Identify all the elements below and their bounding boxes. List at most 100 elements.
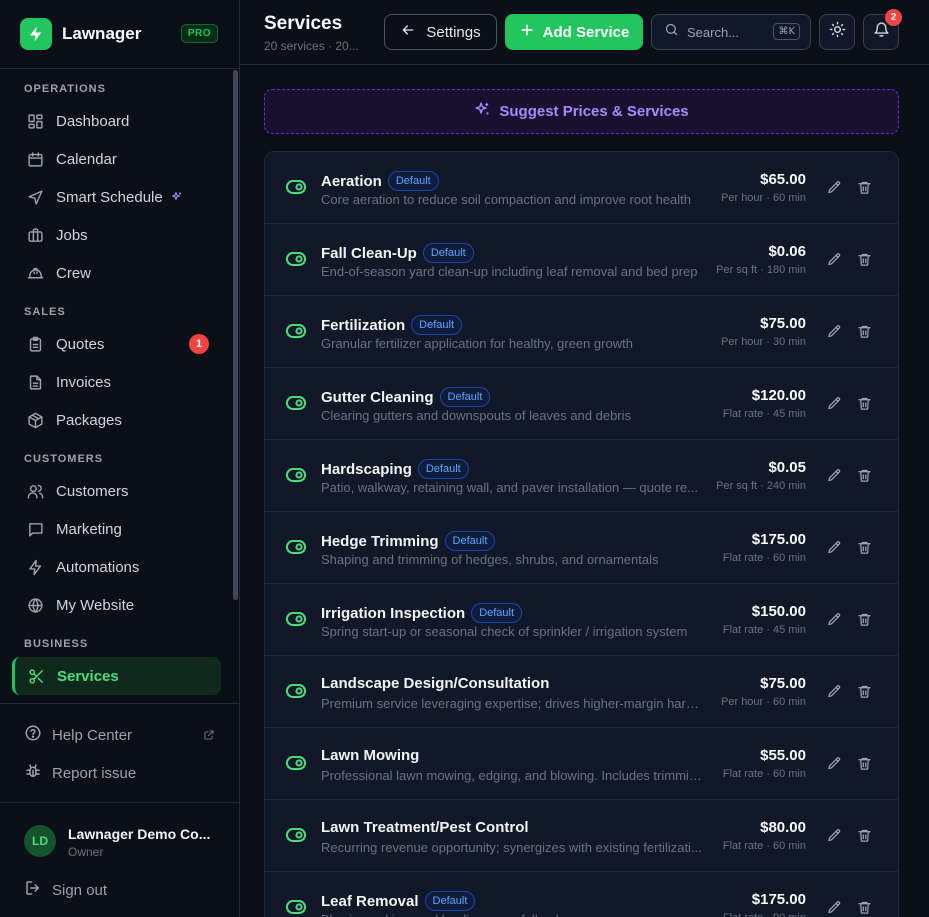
service-description: Professional lawn mowing, edging, and bl…: [321, 768, 703, 783]
pencil-icon[interactable]: [827, 468, 842, 488]
service-title-line: Lawn Treatment/Pest Control: [321, 819, 529, 836]
toggle-on-icon[interactable]: [286, 540, 306, 559]
trash-icon[interactable]: [857, 612, 872, 632]
pencil-icon[interactable]: [827, 756, 842, 776]
scissors-icon: [27, 667, 45, 685]
service-row[interactable]: Irrigation Inspection Default Spring sta…: [265, 584, 898, 656]
avatar[interactable]: LD: [24, 825, 56, 857]
add-service-button[interactable]: Add Service: [505, 14, 643, 50]
service-price: $175.00: [751, 891, 806, 908]
help-center-link[interactable]: Help Center: [0, 716, 240, 754]
trash-icon[interactable]: [857, 468, 872, 488]
service-price: $75.00: [760, 675, 806, 692]
sidebar-item-services[interactable]: Services: [12, 657, 221, 695]
service-name: Fertilization: [321, 316, 406, 334]
service-row[interactable]: Lawn Treatment/Pest Control Recurring re…: [265, 800, 898, 872]
default-badge: Default: [424, 891, 476, 911]
pencil-icon[interactable]: [827, 324, 842, 344]
search-input[interactable]: Search... ⌘K: [651, 14, 811, 50]
service-row[interactable]: Fertilization Default Granular fertilize…: [265, 296, 898, 368]
sparkle-icon: [171, 191, 183, 203]
sidebar-item-packages[interactable]: Packages: [0, 401, 240, 439]
trash-icon[interactable]: [857, 756, 872, 776]
service-row[interactable]: Lawn Mowing Professional lawn mowing, ed…: [265, 728, 898, 800]
trash-icon[interactable]: [857, 252, 872, 272]
clipboard-icon: [26, 335, 44, 353]
toggle-on-icon[interactable]: [286, 468, 306, 487]
pencil-icon[interactable]: [827, 828, 842, 848]
service-description: Shaping and trimming of hedges, shrubs, …: [321, 552, 659, 567]
service-name: Hedge Trimming: [321, 532, 439, 550]
service-name: Aeration: [321, 172, 382, 190]
sidebar-item-customers[interactable]: Customers: [0, 472, 240, 510]
service-row[interactable]: Leaf Removal Default Blowing, raking, an…: [265, 872, 898, 917]
pencil-icon[interactable]: [827, 540, 842, 560]
sidebar-item-smart-schedule[interactable]: Smart Schedule: [0, 178, 240, 216]
sign-out-button[interactable]: Sign out: [24, 879, 107, 901]
toggle-on-icon[interactable]: [286, 252, 306, 271]
sidebar-item-label: Jobs: [56, 226, 88, 244]
add-service-label: Add Service: [542, 23, 630, 41]
service-pricing-meta: Flat rate · 60 min: [722, 840, 806, 852]
service-row[interactable]: Fall Clean-Up Default End-of-season yard…: [265, 224, 898, 296]
toggle-on-icon[interactable]: [286, 756, 306, 775]
sidebar-item-label: Packages: [56, 411, 122, 429]
toggle-on-icon[interactable]: [286, 396, 306, 415]
trash-icon[interactable]: [857, 396, 872, 416]
trash-icon[interactable]: [857, 324, 872, 344]
search-icon: [664, 22, 679, 42]
report-issue-label: Report issue: [52, 764, 137, 782]
service-price: $75.00: [760, 315, 806, 332]
pencil-icon[interactable]: [827, 612, 842, 632]
pencil-icon[interactable]: [827, 396, 842, 416]
service-row[interactable]: Hardscaping Default Patio, walkway, reta…: [265, 440, 898, 512]
sidebar-item-marketing[interactable]: Marketing: [0, 510, 240, 548]
service-title-line: Fertilization Default: [321, 315, 463, 335]
report-issue-link[interactable]: Report issue: [0, 754, 240, 792]
service-description: Spring start-up or seasonal check of spr…: [321, 624, 688, 639]
sidebar-item-my-website[interactable]: My Website: [0, 586, 240, 624]
toggle-on-icon[interactable]: [286, 900, 306, 917]
service-row[interactable]: Landscape Design/Consultation Premium se…: [265, 656, 898, 728]
sidebar-item-quotes[interactable]: Quotes 1: [0, 325, 240, 363]
trash-icon[interactable]: [857, 900, 872, 917]
service-row[interactable]: Hedge Trimming Default Shaping and trimm…: [265, 512, 898, 584]
sidebar-item-dashboard[interactable]: Dashboard: [0, 102, 240, 140]
package-icon: [26, 411, 44, 429]
service-row[interactable]: Gutter Cleaning Default Clearing gutters…: [265, 368, 898, 440]
pencil-icon[interactable]: [827, 252, 842, 272]
sidebar-item-crew[interactable]: Crew: [0, 254, 240, 292]
toggle-on-icon[interactable]: [286, 612, 306, 631]
theme-toggle-button[interactable]: [819, 14, 855, 50]
service-row[interactable]: Aeration Default Core aeration to reduce…: [265, 152, 898, 224]
user-panel: LD Lawnager Demo Co... Owner Sign out: [0, 802, 240, 917]
sidebar-item-calendar[interactable]: Calendar: [0, 140, 240, 178]
notifications-button[interactable]: 2: [863, 9, 902, 50]
default-badge: Default: [411, 315, 463, 335]
suggest-prices-button[interactable]: Suggest Prices & Services: [264, 89, 899, 134]
pencil-icon[interactable]: [827, 180, 842, 200]
sidebar-item-label: Customers: [56, 482, 129, 500]
trash-icon[interactable]: [857, 180, 872, 200]
pencil-icon[interactable]: [827, 684, 842, 704]
quotes-count-badge: 1: [189, 334, 209, 354]
trash-icon[interactable]: [857, 684, 872, 704]
sidebar-item-label: Calendar: [56, 150, 117, 168]
section-label-business: BUSINESS: [24, 638, 89, 650]
sidebar-item-automations[interactable]: Automations: [0, 548, 240, 586]
toggle-on-icon[interactable]: [286, 684, 306, 703]
settings-button[interactable]: Settings: [384, 14, 497, 50]
sidebar-item-invoices[interactable]: Invoices: [0, 363, 240, 401]
toggle-on-icon[interactable]: [286, 828, 306, 847]
brand[interactable]: Lawnager PRO: [0, 0, 239, 69]
trash-icon[interactable]: [857, 540, 872, 560]
toggle-on-icon[interactable]: [286, 324, 306, 343]
user-name: Lawnager Demo Co...: [68, 826, 211, 842]
bell-icon: [873, 21, 890, 43]
section-label-operations: OPERATIONS: [24, 83, 106, 95]
service-name: Lawn Mowing: [321, 747, 420, 764]
trash-icon[interactable]: [857, 828, 872, 848]
sidebar-item-jobs[interactable]: Jobs: [0, 216, 240, 254]
toggle-on-icon[interactable]: [286, 180, 306, 199]
pencil-icon[interactable]: [827, 900, 842, 917]
